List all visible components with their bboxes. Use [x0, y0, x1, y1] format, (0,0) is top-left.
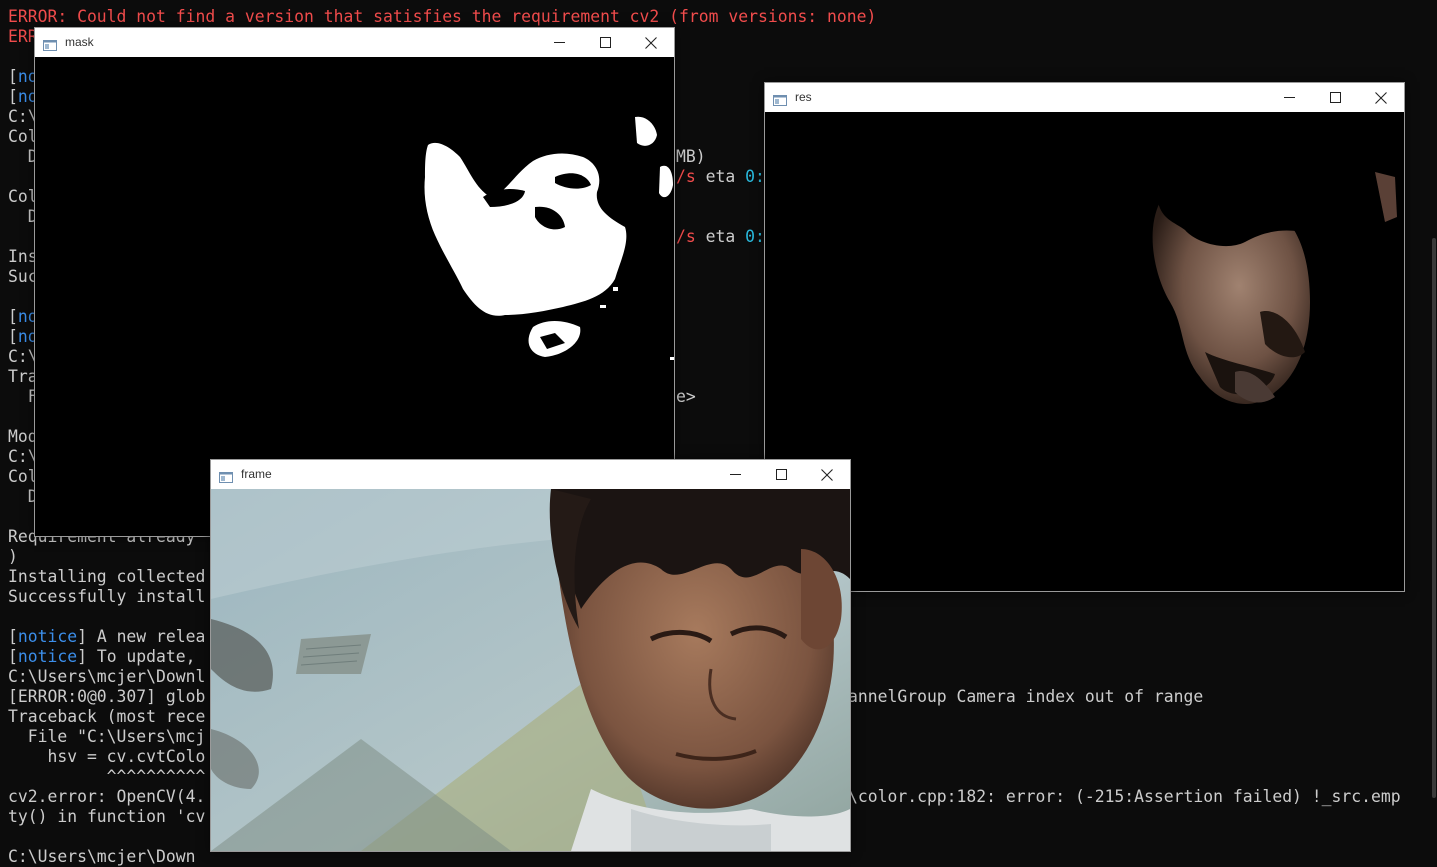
window-title: mask — [65, 35, 94, 49]
terminal-line: ERROR: Could not find a version that sat… — [8, 7, 877, 26]
res-window[interactable]: res — [764, 82, 1405, 592]
frame-window[interactable]: frame — [210, 459, 851, 852]
terminal-fragment: /s eta 0:0 — [676, 227, 775, 246]
terminal-line: ty() in function 'cv — [8, 807, 206, 826]
terminal-line: [notice] A new relea — [8, 627, 206, 646]
scrollbar-thumb[interactable] — [1432, 238, 1436, 798]
terminal-fragment: /s eta 0:0 — [676, 167, 775, 186]
terminal-line: ^^^^^^^^^^ — [8, 767, 206, 786]
terminal-fragment: MB) — [676, 147, 706, 166]
terminal-line: [notice] To update, — [8, 647, 196, 666]
close-icon[interactable] — [628, 28, 674, 57]
window-titlebar[interactable]: res — [765, 83, 1404, 112]
opencv-window-icon — [219, 468, 233, 483]
window-title: res — [795, 90, 812, 104]
terminal-line: ) — [8, 547, 18, 566]
terminal-line: C:\Users\mcjer\Down — [8, 847, 196, 866]
window-title: frame — [241, 467, 272, 481]
terminal-line: C:\Users\mcjer\Downl — [8, 667, 206, 686]
maximize-icon[interactable] — [582, 28, 628, 57]
terminal-line: File "C:\Users\mcj — [8, 727, 206, 746]
frame-image — [211, 489, 850, 851]
maximize-icon[interactable] — [758, 460, 804, 489]
window-titlebar[interactable]: frame — [211, 460, 850, 489]
opencv-window-icon — [773, 91, 787, 106]
terminal-line: Traceback (most rece — [8, 707, 206, 726]
terminal-fragment: e> — [676, 387, 696, 406]
close-icon[interactable] — [804, 460, 850, 489]
terminal-line: [ERROR:0@0.307] glob — [8, 687, 206, 706]
minimize-icon[interactable] — [712, 460, 758, 489]
res-image — [765, 112, 1404, 591]
terminal-line: cv2.error: OpenCV(4. — [8, 787, 206, 806]
terminal-fragment: \color.cpp:182: error: (-215:Assertion f… — [848, 787, 1401, 806]
terminal-line: Successfully install — [8, 587, 206, 606]
maximize-icon[interactable] — [1312, 83, 1358, 112]
terminal-line: hsv = cv.cvtColo — [8, 747, 206, 766]
terminal-line: Installing collected — [8, 567, 206, 586]
window-titlebar[interactable]: mask — [35, 28, 674, 57]
terminal-fragment: annelGroup Camera index out of range — [848, 687, 1204, 706]
opencv-window-icon — [43, 36, 57, 51]
minimize-icon[interactable] — [536, 28, 582, 57]
close-icon[interactable] — [1358, 83, 1404, 112]
minimize-icon[interactable] — [1266, 83, 1312, 112]
